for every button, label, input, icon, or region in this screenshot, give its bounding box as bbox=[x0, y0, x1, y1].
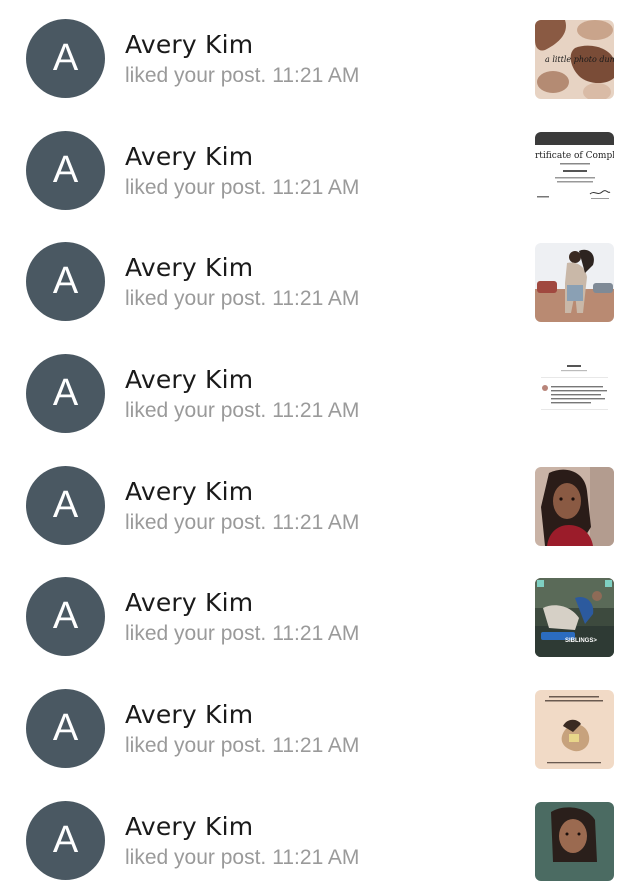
notification-row[interactable]: A Avery Kim liked your post. 11:21 AM bbox=[0, 782, 640, 894]
notification-list: A Avery Kim liked your post. 11:21 AM a l… bbox=[0, 0, 640, 894]
avatar[interactable]: A bbox=[26, 130, 105, 210]
post-thumbnail[interactable]: rtificate of Completi bbox=[535, 131, 614, 211]
user-name[interactable]: Avery Kim bbox=[125, 30, 253, 59]
avatar[interactable]: A bbox=[26, 577, 105, 657]
post-thumbnail[interactable]: a little photo dump bbox=[535, 20, 614, 99]
post-thumbnail[interactable]: SIBLINGS> bbox=[535, 578, 614, 658]
notification-text: liked your post. 11:21 AM bbox=[125, 399, 359, 423]
timestamp: 11:21 AM bbox=[272, 622, 360, 646]
action-text: liked your post. bbox=[125, 734, 267, 758]
notification-text: liked your post. 11:21 AM bbox=[125, 176, 359, 200]
avatar[interactable]: A bbox=[26, 354, 105, 434]
timestamp: 11:21 AM bbox=[272, 510, 360, 534]
notification-text: liked your post. 11:21 AM bbox=[125, 734, 359, 758]
user-name[interactable]: Avery Kim bbox=[125, 477, 253, 506]
timestamp: 11:21 AM bbox=[272, 175, 360, 199]
action-text: liked your post. bbox=[125, 175, 267, 199]
post-thumbnail[interactable] bbox=[535, 801, 614, 881]
notification-row[interactable]: A Avery Kim liked your post. 11:21 AM bbox=[0, 670, 640, 782]
notification-row[interactable]: A Avery Kim liked your post. 11:21 AM bbox=[0, 335, 640, 447]
text-screenshot-thumbnail bbox=[535, 355, 614, 435]
siblings-photo-thumbnail: SIBLINGS> bbox=[535, 578, 614, 658]
notification-text: liked your post. 11:21 AM bbox=[125, 64, 359, 88]
timestamp: 11:21 AM bbox=[272, 399, 360, 423]
action-text: liked your post. bbox=[125, 510, 267, 534]
thumb-caption: rtificate of Completi bbox=[535, 151, 614, 161]
notification-row[interactable]: A Avery Kim liked your post. 11:21 AM bbox=[0, 223, 640, 335]
avatar[interactable]: A bbox=[26, 242, 105, 322]
avatar[interactable]: A bbox=[26, 465, 105, 545]
user-name[interactable]: Avery Kim bbox=[125, 365, 253, 394]
avatar[interactable]: A bbox=[26, 800, 105, 880]
avatar[interactable]: A bbox=[26, 19, 105, 98]
action-text: liked your post. bbox=[125, 622, 267, 646]
user-name[interactable]: Avery Kim bbox=[125, 253, 253, 282]
people-photo-thumbnail bbox=[535, 243, 614, 323]
action-text: liked your post. bbox=[125, 64, 267, 87]
user-name[interactable]: Avery Kim bbox=[125, 588, 253, 617]
post-thumbnail[interactable] bbox=[535, 355, 614, 435]
timestamp: 11:21 AM bbox=[272, 287, 360, 311]
quote-illustration-thumbnail bbox=[535, 690, 614, 770]
avatar[interactable]: A bbox=[26, 689, 105, 769]
action-text: liked your post. bbox=[125, 845, 267, 869]
post-thumbnail[interactable] bbox=[535, 243, 614, 323]
timestamp: 11:21 AM bbox=[272, 64, 360, 87]
user-name[interactable]: Avery Kim bbox=[125, 700, 253, 729]
notification-row[interactable]: A Avery Kim liked your post. 11:21 AM SIB… bbox=[0, 558, 640, 670]
certificate-thumbnail: rtificate of Completi bbox=[535, 131, 614, 211]
notification-text: liked your post. 11:21 AM bbox=[125, 622, 359, 646]
post-thumbnail[interactable] bbox=[535, 690, 614, 770]
portrait-photo-thumbnail bbox=[535, 801, 614, 881]
notification-row[interactable]: A Avery Kim liked your post. 11:21 AM bbox=[0, 447, 640, 559]
thumb-caption: a little photo dump bbox=[545, 55, 614, 64]
timestamp: 11:21 AM bbox=[272, 734, 360, 758]
notification-row[interactable]: A Avery Kim liked your post. 11:21 AM a l… bbox=[0, 0, 640, 112]
post-thumbnail[interactable] bbox=[535, 466, 614, 546]
action-text: liked your post. bbox=[125, 287, 267, 311]
user-name[interactable]: Avery Kim bbox=[125, 812, 253, 841]
notification-text: liked your post. 11:21 AM bbox=[125, 511, 359, 535]
user-name[interactable]: Avery Kim bbox=[125, 142, 253, 171]
thumb-caption: SIBLINGS> bbox=[565, 638, 597, 644]
selfie-photo-thumbnail bbox=[535, 466, 614, 546]
notification-row[interactable]: A Avery Kim liked your post. 11:21 AM rti… bbox=[0, 112, 640, 224]
photo-dump-collage-thumbnail: a little photo dump bbox=[535, 20, 614, 99]
notification-text: liked your post. 11:21 AM bbox=[125, 287, 359, 311]
timestamp: 11:21 AM bbox=[272, 845, 360, 869]
action-text: liked your post. bbox=[125, 399, 267, 423]
notification-text: liked your post. 11:21 AM bbox=[125, 846, 359, 870]
